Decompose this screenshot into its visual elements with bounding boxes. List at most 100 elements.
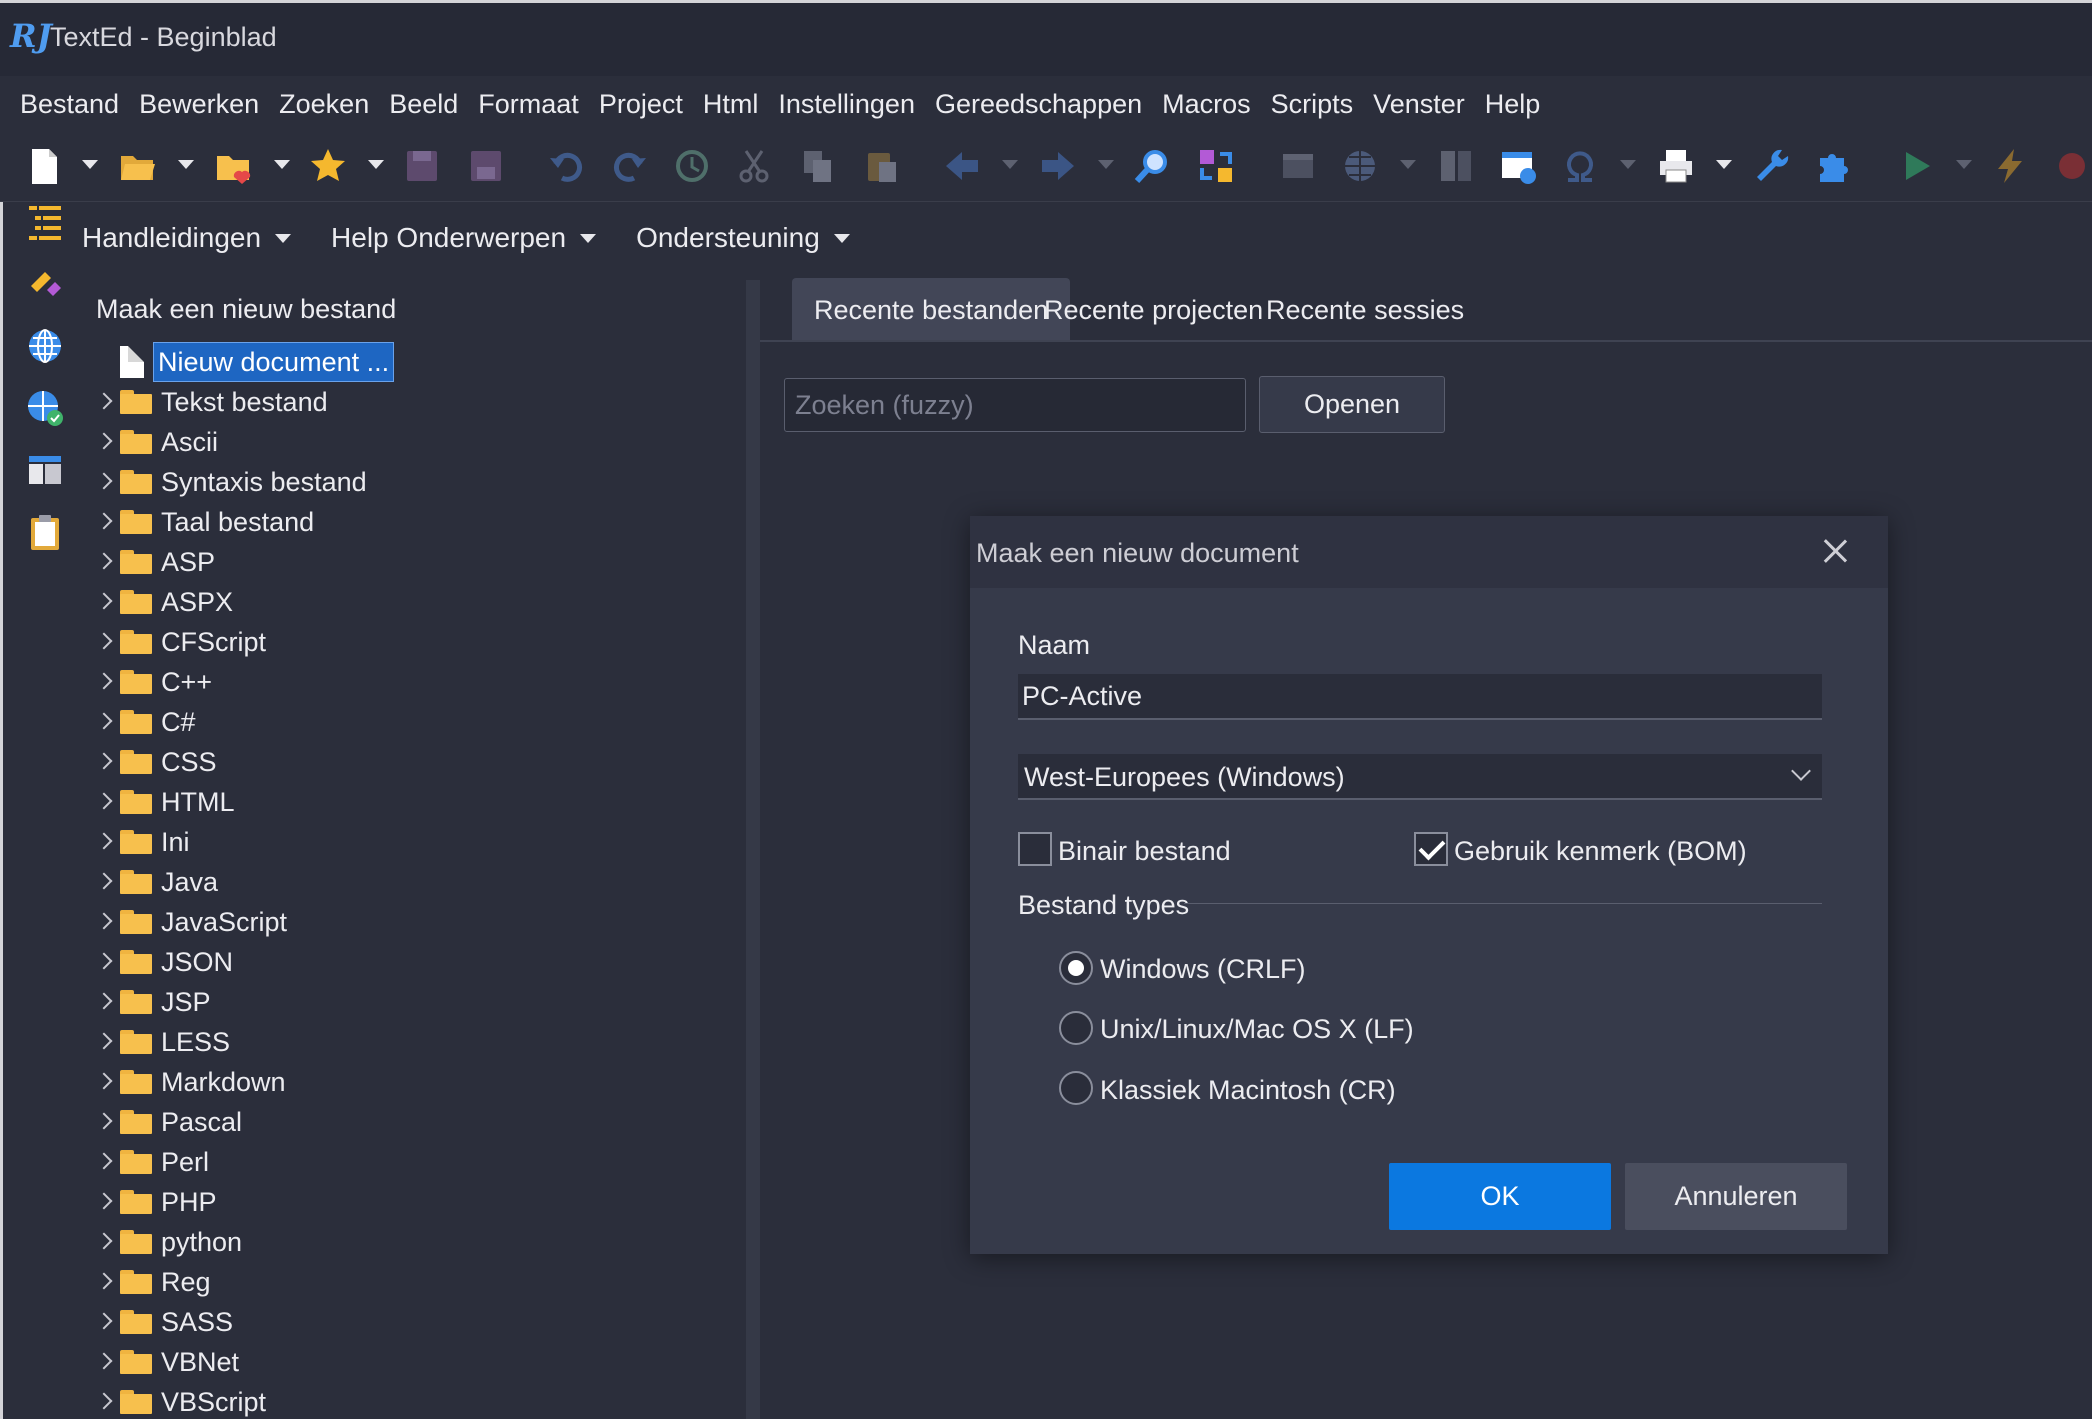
- menu-bewerken[interactable]: Bewerken: [129, 76, 269, 132]
- tree-folder-row[interactable]: Perl: [96, 1142, 736, 1182]
- radio-windows-crlf[interactable]: [1059, 951, 1093, 985]
- omega-dropdown-icon[interactable]: [1620, 160, 1636, 169]
- paste-icon[interactable]: [862, 146, 902, 186]
- chevron-right-icon[interactable]: [96, 872, 116, 892]
- chevron-right-icon[interactable]: [96, 752, 116, 772]
- tree-folder-row[interactable]: Pascal: [96, 1102, 736, 1142]
- menu-zoeken[interactable]: Zoeken: [269, 76, 379, 132]
- chevron-right-icon[interactable]: [96, 832, 116, 852]
- chevron-right-icon[interactable]: [96, 1112, 116, 1132]
- tree-folder-row[interactable]: C#: [96, 702, 736, 742]
- tree-folder-row[interactable]: JSON: [96, 942, 736, 982]
- tree-folder-row[interactable]: PHP: [96, 1182, 736, 1222]
- chevron-right-icon[interactable]: [96, 672, 116, 692]
- tree-folder-row[interactable]: Taal bestand: [96, 502, 736, 542]
- layout-icon[interactable]: [1436, 146, 1476, 186]
- star-dropdown-icon[interactable]: [368, 160, 384, 169]
- chevron-right-icon[interactable]: [96, 712, 116, 732]
- chevron-right-icon[interactable]: [96, 1392, 116, 1412]
- chevron-right-icon[interactable]: [96, 632, 116, 652]
- snippets-icon[interactable]: [25, 264, 65, 304]
- chevron-right-icon[interactable]: [96, 552, 116, 572]
- ok-button[interactable]: OK: [1389, 1163, 1611, 1230]
- open-folder-icon[interactable]: [118, 146, 158, 186]
- back-arrow-icon[interactable]: [942, 146, 982, 186]
- radio-mac-cr[interactable]: [1059, 1071, 1093, 1105]
- web-globe-icon[interactable]: [25, 326, 65, 366]
- tree-folder-row[interactable]: HTML: [96, 782, 736, 822]
- tree-folder-row[interactable]: CFScript: [96, 622, 736, 662]
- tree-folder-row[interactable]: VBScript: [96, 1382, 736, 1419]
- cut-icon[interactable]: [734, 146, 774, 186]
- chevron-right-icon[interactable]: [96, 912, 116, 932]
- chevron-right-icon[interactable]: [96, 1312, 116, 1332]
- tree-folder-row[interactable]: ASP: [96, 542, 736, 582]
- tree-folder-row[interactable]: Ascii: [96, 422, 736, 462]
- chevron-right-icon[interactable]: [96, 592, 116, 612]
- chevron-right-icon[interactable]: [96, 1072, 116, 1092]
- chevron-right-icon[interactable]: [96, 952, 116, 972]
- menu-formaat[interactable]: Formaat: [468, 76, 589, 132]
- tree-folder-row[interactable]: Java: [96, 862, 736, 902]
- tree-folder-row[interactable]: Tekst bestand: [96, 382, 736, 422]
- record-icon[interactable]: [2052, 146, 2092, 186]
- star-icon[interactable]: [308, 146, 348, 186]
- browser-preview-icon[interactable]: [1498, 146, 1538, 186]
- redo-icon[interactable]: [610, 146, 650, 186]
- menu-macros[interactable]: Macros: [1152, 76, 1261, 132]
- history-icon[interactable]: [672, 146, 712, 186]
- chevron-right-icon[interactable]: [96, 1152, 116, 1172]
- tree-folder-row[interactable]: Ini: [96, 822, 736, 862]
- cancel-button[interactable]: Annuleren: [1625, 1163, 1847, 1230]
- globe-icon[interactable]: [1340, 146, 1380, 186]
- tab-recente-sessies[interactable]: Recente sessies: [1244, 278, 1486, 340]
- tree-folder-row[interactable]: VBNet: [96, 1342, 736, 1382]
- menu-gereedschappen[interactable]: Gereedschappen: [925, 76, 1152, 132]
- fuzzy-search-input[interactable]: [784, 378, 1246, 432]
- tree-folder-row[interactable]: C++: [96, 662, 736, 702]
- lightning-icon[interactable]: [1990, 146, 2030, 186]
- name-field[interactable]: [1018, 674, 1822, 720]
- tree-folder-row[interactable]: Syntaxis bestand: [96, 462, 736, 502]
- menu-help[interactable]: Help: [1475, 76, 1551, 132]
- tree-folder-row[interactable]: LESS: [96, 1022, 736, 1062]
- chevron-right-icon[interactable]: [96, 792, 116, 812]
- copy-icon[interactable]: [798, 146, 838, 186]
- panels-icon[interactable]: [25, 450, 65, 490]
- chevron-right-icon[interactable]: [96, 1032, 116, 1052]
- tree-folder-row[interactable]: JavaScript: [96, 902, 736, 942]
- encoding-select[interactable]: West-Europees (Windows): [1018, 754, 1822, 800]
- menu-scripts[interactable]: Scripts: [1261, 76, 1364, 132]
- wrench-icon[interactable]: [1752, 146, 1792, 186]
- favorites-dropdown-icon[interactable]: [274, 160, 290, 169]
- back-dropdown-icon[interactable]: [1002, 160, 1018, 169]
- save-all-icon[interactable]: [466, 146, 506, 186]
- close-icon[interactable]: [1820, 536, 1850, 566]
- chevron-right-icon[interactable]: [96, 512, 116, 532]
- chevron-right-icon[interactable]: [96, 1272, 116, 1292]
- binary-file-checkbox[interactable]: [1018, 832, 1052, 866]
- tree-folder-row[interactable]: python: [96, 1222, 736, 1262]
- handleidingen-dropdown[interactable]: Handleidingen: [82, 222, 292, 254]
- new-file-dropdown-icon[interactable]: [82, 160, 98, 169]
- forward-dropdown-icon[interactable]: [1098, 160, 1114, 169]
- ondersteuning-dropdown[interactable]: Ondersteuning: [636, 222, 850, 254]
- globe-dropdown-icon[interactable]: [1400, 160, 1416, 169]
- chevron-right-icon[interactable]: [96, 992, 116, 1012]
- undo-icon[interactable]: [546, 146, 586, 186]
- chevron-right-icon[interactable]: [96, 1352, 116, 1372]
- menu-venster[interactable]: Venster: [1363, 76, 1475, 132]
- run-dropdown-icon[interactable]: [1956, 160, 1972, 169]
- print-icon[interactable]: [1656, 146, 1696, 186]
- panel-splitter[interactable]: [746, 280, 760, 1419]
- menu-bestand[interactable]: Bestand: [10, 76, 129, 132]
- outline-list-icon[interactable]: [25, 202, 65, 242]
- clipboard-icon[interactable]: [25, 512, 65, 552]
- favorites-folder-icon[interactable]: [214, 146, 254, 186]
- tree-folder-row[interactable]: ASPX: [96, 582, 736, 622]
- help-onderwerpen-dropdown[interactable]: Help Onderwerpen: [331, 222, 597, 254]
- menu-instellingen[interactable]: Instellingen: [768, 76, 925, 132]
- tree-item-new-document[interactable]: Nieuw document ...: [96, 342, 736, 382]
- open-dropdown-icon[interactable]: [178, 160, 194, 169]
- web-check-icon[interactable]: [25, 388, 65, 428]
